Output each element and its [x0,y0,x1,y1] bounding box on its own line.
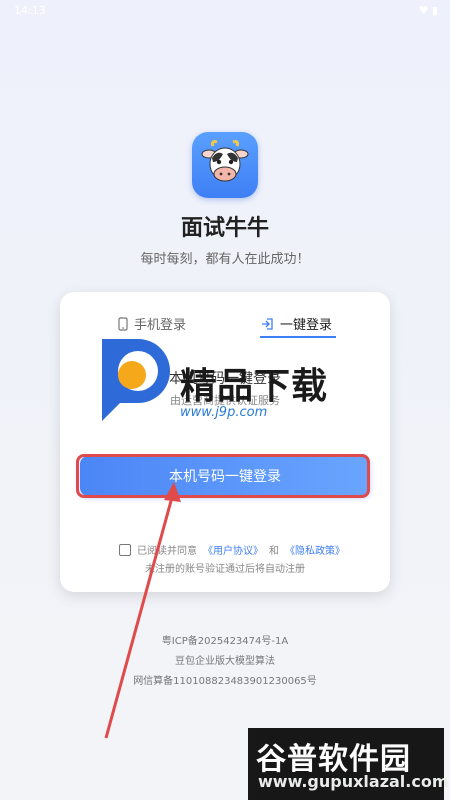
icp-record: 粤ICP备2025423474号-1A [161,636,289,647]
agreement-prefix: 已阅读并同意 [137,546,197,557]
tab-one-click-login[interactable]: 一键登录 [260,314,332,333]
app-logo [192,132,258,198]
watermark-gupu: 谷普软件园 www.gupuxlazal.com [248,728,449,800]
phone-icon [118,316,128,331]
app-name: 面试牛牛 [180,216,269,241]
carrier-title: 本机号码一键登录 [169,371,281,387]
cow-icon [201,140,249,182]
carrier-note: 由运营商提供认证服务 [170,394,280,407]
one-click-login-button[interactable]: 本机号码一键登录 [80,456,370,496]
login-icon [262,317,273,330]
app-slogan: 每时每刻，都有人在此成功！ [140,252,310,267]
auto-register-note: 未注册的账号验证通过后将自动注册 [145,564,305,575]
watermark-gupu-url: www.gupuxlazal.com [258,772,449,791]
model-record: 豆包企业版大模型算法 [175,656,275,667]
status-time: 14:13 [14,4,46,17]
status-bar: 14:13 ♥ ▮ [0,0,450,24]
tab-phone-login-label: 手机登录 [134,318,187,333]
privacy-policy-link[interactable]: 《隐私政策》 [285,542,345,557]
status-icons: ♥ ▮ [418,4,438,17]
agreement-row: 已阅读并同意 《用户协议》和《隐私政策》 [119,542,345,557]
active-tab-indicator [260,336,336,338]
login-card: 手机登录 一键登录 本机号码一键登录 由运营商提供认证服务 本机号码一键登录 已… [60,292,390,592]
agreement-checkbox[interactable] [119,543,131,556]
watermark-gupu-brand: 谷普软件园 [256,742,411,777]
tab-one-click-login-label: 一键登录 [280,318,333,333]
tab-phone-login[interactable]: 手机登录 [118,314,186,333]
algorithm-record: 网信算备110108823483901230065号 [133,676,317,687]
user-agreement-link[interactable]: 《用户协议》 [203,542,263,557]
agreement-and: 和 [269,546,279,557]
